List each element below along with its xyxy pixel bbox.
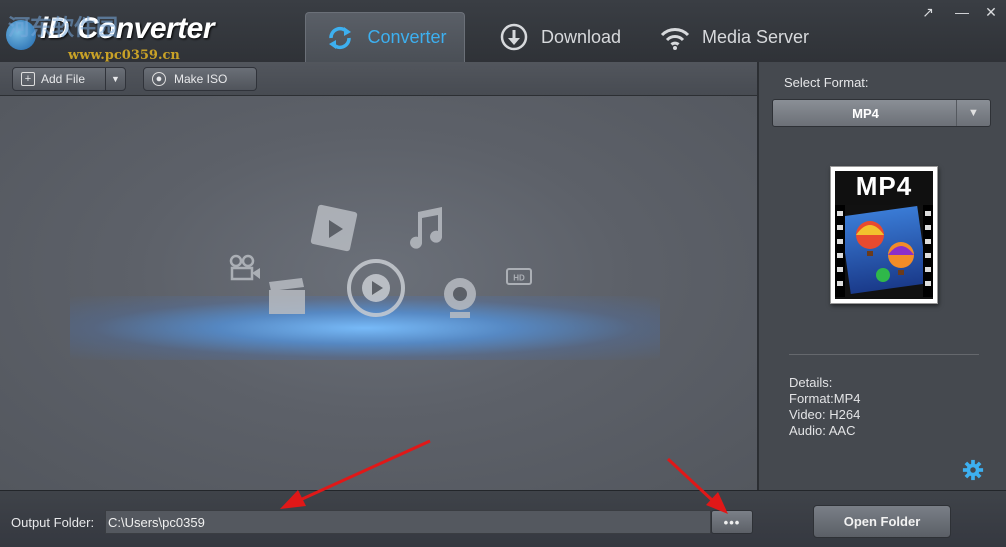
hd-icon: HD	[506, 268, 532, 285]
film-balloon-image	[835, 205, 933, 297]
download-icon	[497, 20, 531, 54]
play-circle-icon	[347, 259, 405, 317]
tab-download[interactable]: Download	[497, 12, 621, 62]
format-select[interactable]: MP4 ▼	[772, 99, 991, 127]
output-folder-label: Output Folder:	[11, 515, 95, 530]
browse-button[interactable]: •••	[711, 510, 753, 534]
watermark-url: www.pc0359.cn	[68, 48, 180, 63]
chevron-down-icon[interactable]: ▼	[956, 100, 990, 126]
select-format-label: Select Format:	[784, 75, 869, 90]
minimize-icon: —	[955, 4, 969, 20]
svg-text:HD: HD	[513, 274, 525, 283]
add-file-label: Add File	[41, 72, 86, 86]
gear-icon[interactable]	[962, 459, 984, 481]
chevron-down-icon: ▼	[111, 74, 120, 84]
add-file-icon: +	[21, 72, 35, 86]
wifi-icon	[658, 20, 692, 54]
bottom-bar: Output Folder: ••• Open Folder	[0, 490, 1006, 547]
format-panel: Select Format: MP4 ▼ MP4 Details: Format…	[758, 62, 1006, 490]
format-select-value: MP4	[852, 106, 879, 121]
add-file-button[interactable]: + Add File ▼	[12, 67, 126, 91]
close-icon: ✕	[985, 3, 997, 20]
film-icon	[310, 204, 358, 252]
tab-download-label: Download	[541, 26, 622, 47]
open-folder-label: Open Folder	[843, 514, 921, 529]
output-folder-input[interactable]	[105, 510, 711, 534]
minimize-button[interactable]: —	[953, 4, 971, 20]
format-thumbnail: MP4	[830, 166, 938, 304]
add-file-dropdown[interactable]: ▼	[105, 68, 125, 90]
details-video: Video: H264	[789, 407, 861, 422]
tab-converter[interactable]: Converter	[305, 12, 465, 62]
make-iso-label: Make ISO	[174, 72, 228, 86]
tab-converter-label: Converter	[367, 27, 447, 47]
restore-button[interactable]: ↗	[919, 4, 937, 20]
watermark-text: 河东软件园	[8, 15, 119, 41]
music-note-icon	[410, 207, 443, 249]
format-thumbnail-label: MP4	[855, 171, 913, 201]
webcam-icon	[444, 278, 476, 318]
divider	[789, 354, 979, 355]
external-window-icon: ↗	[922, 3, 934, 20]
more-icon: •••	[723, 514, 741, 530]
refresh-icon	[323, 21, 357, 55]
format-details: Details: Format:MP4 Video: H264 Audio: A…	[789, 375, 861, 439]
details-heading: Details:	[789, 375, 833, 390]
toolbar: + Add File ▼ ● Make ISO	[0, 62, 757, 96]
open-folder-button[interactable]: Open Folder	[813, 505, 951, 538]
tab-media-server-label: Media Server	[702, 26, 810, 47]
title-bar: iD Converter 河东软件园 www.pc0359.cn Convert…	[0, 0, 1006, 63]
clapperboard-icon	[269, 278, 305, 314]
file-drop-area[interactable]: HD	[0, 96, 757, 490]
tab-media-server[interactable]: Media Server	[658, 12, 809, 62]
close-button[interactable]: ✕	[982, 4, 1000, 20]
make-iso-button[interactable]: ● Make ISO	[143, 67, 257, 91]
details-audio: Audio: AAC	[789, 423, 856, 438]
disc-icon: ●	[152, 72, 166, 86]
details-format: Format:MP4	[789, 391, 861, 406]
video-camera-icon	[229, 254, 260, 281]
